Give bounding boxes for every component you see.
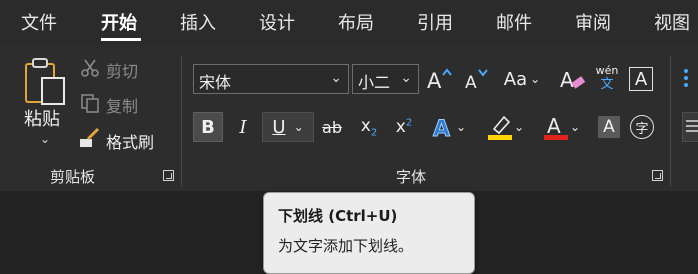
paste-button[interactable] (22, 56, 70, 108)
align-left-icon (686, 120, 698, 132)
enclose-characters-button[interactable]: 字 (627, 112, 657, 142)
grow-font-button[interactable]: A (424, 64, 454, 94)
tab-file[interactable]: 文件 (21, 9, 57, 35)
underline-button[interactable]: U ⌄ (262, 112, 314, 142)
phonetic-guide-char: 文 (600, 77, 614, 92)
superscript-button[interactable]: x2 (389, 112, 419, 142)
bold-button[interactable]: B (193, 112, 223, 142)
cut-icon (80, 58, 100, 78)
paste-icon (25, 58, 65, 105)
tooltip-description: 为文字添加下划线。 (278, 237, 414, 255)
italic-icon: I (239, 116, 247, 138)
cut-button[interactable]: 剪切 (106, 58, 138, 82)
font-name-value[interactable]: 宋体 (199, 69, 231, 93)
grow-font-icon: A (427, 68, 452, 92)
chevron-down-icon[interactable]: ⌄ (400, 70, 412, 86)
strikethrough-icon: ab (322, 117, 342, 137)
change-case-button[interactable]: Aa ⌄ (500, 64, 544, 94)
change-case-icon: Aa (503, 68, 528, 90)
group-separator (670, 56, 671, 186)
font-group-label: 字体 (396, 168, 427, 186)
subscript-button[interactable]: x2 (354, 112, 384, 142)
chevron-down-icon[interactable]: ⌄ (294, 120, 304, 134)
clipboard-group-label: 剪贴板 (50, 168, 96, 186)
tab-mailings[interactable]: 邮件 (496, 9, 532, 35)
text-effects-button[interactable]: A ⌄ (428, 112, 470, 142)
phonetic-guide-button[interactable]: wén 文 (592, 64, 622, 94)
tab-home[interactable]: 开始 (101, 9, 137, 35)
italic-button[interactable]: I (228, 112, 258, 142)
shrink-font-button[interactable]: A (461, 64, 491, 94)
svg-text:A: A (560, 68, 574, 92)
bullets-icon[interactable] (682, 66, 698, 90)
font-size-value[interactable]: 小二 (358, 69, 390, 93)
character-border-icon: A (629, 67, 653, 91)
align-left-button[interactable] (682, 112, 698, 142)
format-painter-button[interactable]: 格式刷 (106, 129, 154, 153)
font-color-button[interactable]: A ⌄ (537, 112, 585, 142)
paste-dropdown-chevron-icon[interactable]: ⌄ (40, 132, 50, 146)
svg-text:A: A (427, 69, 442, 92)
superscript-icon: x2 (395, 117, 413, 137)
tab-layout[interactable]: 布局 (338, 9, 374, 35)
text-effects-icon: A (432, 117, 450, 141)
tab-view[interactable]: 视图 (654, 9, 690, 35)
font-dialog-launcher-icon[interactable] (652, 170, 663, 181)
clear-formatting-button[interactable]: A (557, 64, 587, 94)
font-size-combobox[interactable]: 小二 ⌄ (352, 64, 419, 94)
tab-references[interactable]: 引用 (417, 9, 453, 35)
character-border-button[interactable]: A (627, 65, 655, 93)
character-shading-icon: A (598, 116, 620, 138)
strikethrough-button[interactable]: ab (317, 112, 347, 142)
font-color-icon: A (543, 114, 568, 140)
format-painter-icon (78, 127, 102, 149)
svg-text:A: A (547, 114, 561, 138)
tab-review[interactable]: 审阅 (575, 9, 611, 35)
ribbon-tab-bar: 文件 开始 插入 设计 布局 引用 邮件 审阅 视图 (0, 0, 698, 46)
phonetic-guide-pinyin: wén (595, 64, 619, 77)
chevron-down-icon[interactable]: ⌄ (330, 70, 342, 86)
svg-text:A: A (465, 73, 477, 92)
clear-formatting-icon: A (560, 68, 586, 92)
highlighter-icon (487, 115, 512, 140)
shrink-font-icon: A (465, 69, 488, 92)
subscript-icon: x2 (360, 115, 378, 139)
text-highlight-button[interactable]: ⌄ (481, 112, 529, 142)
active-tab-indicator (101, 38, 141, 41)
svg-text:A: A (433, 117, 450, 140)
underline-icon: U (272, 116, 286, 138)
font-name-combobox[interactable]: 宋体 ⌄ (193, 64, 349, 94)
tooltip-title: 下划线 (Ctrl+U) (278, 207, 398, 225)
clipboard-dialog-launcher-icon[interactable] (163, 170, 174, 181)
tab-design[interactable]: 设计 (259, 9, 295, 35)
enclose-characters-icon: 字 (630, 115, 654, 139)
character-shading-button[interactable]: A (595, 113, 623, 141)
copy-icon (80, 93, 100, 113)
copy-button[interactable]: 复制 (106, 93, 138, 117)
paste-label[interactable]: 粘贴 (24, 105, 60, 131)
underline-tooltip: 下划线 (Ctrl+U) 为文字添加下划线。 (263, 192, 475, 274)
group-separator (181, 56, 182, 186)
tab-insert[interactable]: 插入 (180, 9, 216, 35)
bold-icon: B (201, 116, 215, 138)
